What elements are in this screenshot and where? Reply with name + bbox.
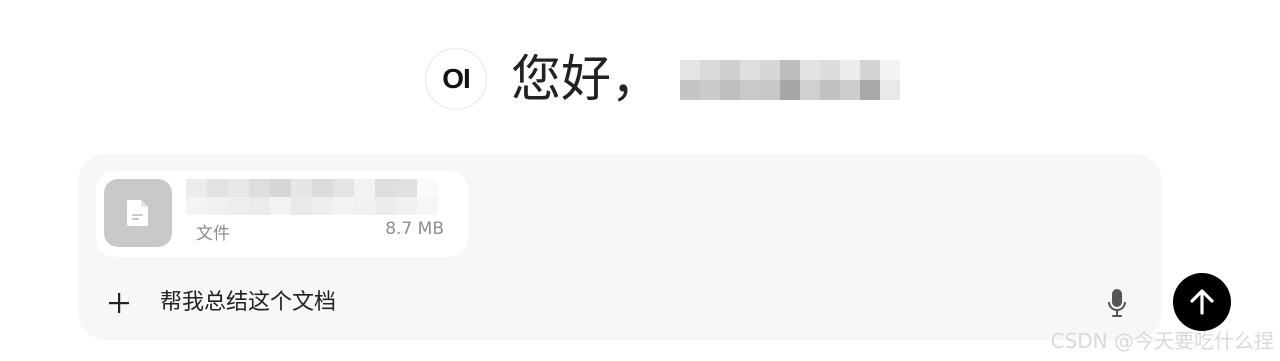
greeting-text: 您好，	[511, 50, 661, 108]
redacted-username	[680, 60, 900, 100]
file-attachment[interactable]: 文件 8.7 MB	[96, 171, 468, 257]
greeting-row: OI 您好，	[425, 48, 661, 110]
page: OI 您好， 文件 8.7 MB 帮我总结这个文档 CSDN @今天要吃什么捏	[0, 0, 1280, 361]
document-icon	[104, 179, 172, 247]
microphone-button[interactable]	[1100, 286, 1134, 320]
app-logo: OI	[425, 48, 487, 110]
file-size-label: 8.7 MB	[385, 219, 444, 239]
watermark: CSDN @今天要吃什么捏	[1050, 329, 1274, 353]
arrow-up-icon	[1190, 289, 1214, 315]
send-button[interactable]	[1173, 273, 1231, 331]
message-input[interactable]	[160, 284, 1060, 316]
redacted-filename	[186, 179, 438, 215]
add-attachment-button[interactable]	[100, 284, 138, 322]
plus-icon	[109, 293, 129, 313]
file-type-label: 文件	[196, 224, 230, 244]
logo-text: OI	[442, 63, 471, 94]
microphone-icon	[1108, 289, 1126, 317]
